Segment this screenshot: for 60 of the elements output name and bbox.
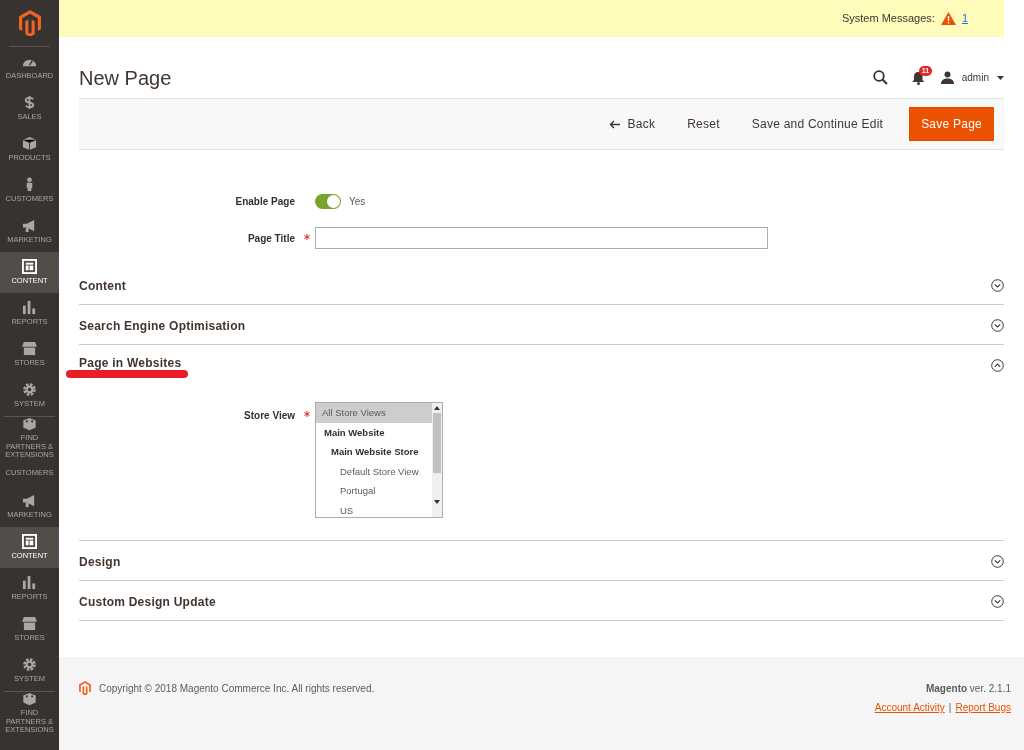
layout-icon (22, 259, 37, 275)
back-button[interactable]: Back (594, 109, 670, 139)
store-view-listbox[interactable]: All Store Views Main Website Main Website Store Default Store View Portugal US (315, 402, 443, 518)
field-label: Enable Page (234, 195, 296, 209)
footer-link[interactable]: Report Bugs (955, 700, 1011, 715)
reset-button[interactable]: Reset (673, 109, 734, 139)
chevron-up-icon[interactable] (991, 359, 1004, 372)
version-text: Magento ver. 2.1.1 (924, 682, 1011, 696)
magento-logo-icon (79, 681, 91, 695)
blocks-icon (22, 692, 37, 707)
bar-chart-icon (22, 300, 37, 316)
section-title[interactable]: Page in Websites (79, 353, 188, 372)
scroll-down-arrow-icon[interactable] (434, 500, 440, 505)
list-option[interactable]: Main Website Store (316, 442, 432, 462)
caret-icon (997, 75, 1004, 80)
layout-icon (22, 534, 37, 550)
section-title[interactable]: Content (79, 276, 126, 295)
toggle-value: Yes (349, 195, 366, 209)
chevron-down-icon[interactable] (991, 555, 1004, 568)
megaphone-icon (22, 218, 37, 234)
megaphone-icon (22, 493, 37, 509)
list-option[interactable]: US (316, 500, 432, 517)
search-icon[interactable] (872, 70, 888, 85)
person-icon (940, 71, 954, 84)
storefront-icon (22, 616, 37, 632)
chevron-down-icon[interactable] (991, 319, 1004, 332)
storefront-icon (22, 341, 37, 357)
settings-icon (22, 657, 37, 673)
save-page-button[interactable]: Save Page (909, 107, 994, 141)
list-option[interactable]: All Store Views (316, 403, 432, 423)
box-icon (22, 136, 37, 152)
field-label: Store View (244, 410, 295, 421)
user-menu[interactable]: admin (940, 70, 1004, 85)
field-label: Page Title (247, 232, 295, 244)
left-arrow-icon (608, 119, 620, 129)
page-title: New Page (79, 65, 172, 90)
section-title[interactable]: Custom Design Update (79, 592, 216, 611)
scroll-up-arrow-icon[interactable] (434, 406, 440, 411)
link-separator: | (948, 701, 952, 715)
blocks-icon (22, 417, 37, 432)
list-option[interactable]: Portugal (316, 481, 432, 501)
message-count-link[interactable]: 1 (961, 10, 968, 27)
section-title[interactable]: Search Engine Optimisation (79, 316, 246, 335)
save-continue-button[interactable]: Save and Continue Edit (737, 109, 898, 139)
magento-logo-icon[interactable] (18, 10, 41, 36)
copyright-text: Copyright © 2018 Magento Commerce Inc. All rights reserved. (99, 682, 375, 696)
list-option[interactable]: Main Website (316, 422, 432, 443)
dollar-icon (22, 95, 37, 111)
toggle-switch[interactable] (315, 194, 341, 209)
settings-icon (22, 382, 37, 398)
chevron-down-icon[interactable] (991, 595, 1004, 608)
chevron-down-icon[interactable] (991, 279, 1004, 292)
scrollbar[interactable] (432, 403, 442, 517)
system-messages-label: System Messages: (841, 11, 935, 27)
section-title[interactable]: Design (79, 552, 121, 571)
bar-chart-icon (22, 575, 37, 591)
warning-icon (940, 12, 956, 25)
footer-link[interactable]: Account Activity (874, 700, 945, 715)
list-option[interactable]: Default Store View (316, 461, 432, 482)
page-title-field[interactable] (315, 227, 768, 249)
